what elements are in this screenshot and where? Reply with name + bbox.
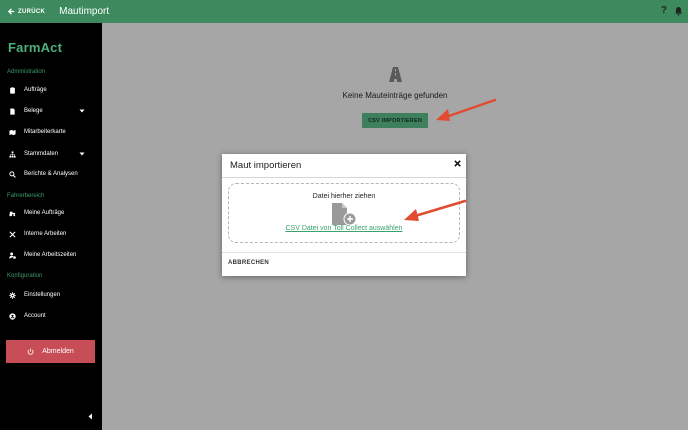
sidebar-item-account[interactable]: Account: [0, 308, 102, 324]
csv-import-button[interactable]: CSV IMPORTIEREN: [362, 113, 428, 128]
road-icon: [389, 67, 402, 82]
annotation-arrow-icon: [436, 98, 497, 121]
map-icon: [8, 128, 16, 136]
logout-button[interactable]: Abmelden: [6, 340, 95, 363]
dialog-title: Maut importieren: [230, 160, 302, 171]
help-button[interactable]: ?: [661, 5, 667, 16]
chevron-down-icon: [79, 152, 85, 156]
hierarchy-icon: [8, 150, 16, 158]
chevron-down-icon: [79, 109, 85, 113]
sidebar-item-label: Mitarbeiterkarte: [24, 129, 66, 135]
sidebar-item-label: Stammdaten: [24, 151, 59, 157]
collapse-sidebar-icon[interactable]: [87, 413, 94, 420]
sidebar-item-label: Aufträge: [24, 87, 47, 93]
bell-icon[interactable]: [674, 6, 683, 16]
arrow-left-icon: [7, 8, 15, 15]
cancel-button[interactable]: ABBRECHEN: [228, 260, 269, 266]
account-icon: [8, 312, 16, 320]
sidebar-item-interne-arbeiten[interactable]: Interne Arbeiten: [0, 226, 102, 242]
tools-icon: [8, 230, 16, 238]
user-clock-icon: [8, 251, 16, 259]
back-label: ZURÜCK: [18, 8, 46, 15]
clipboard-icon: [8, 86, 16, 94]
annotation-arrow-icon: [404, 199, 467, 221]
sidebar-item-stammdaten[interactable]: Stammdaten: [0, 146, 102, 162]
divider: [222, 177, 466, 178]
sidebar-item-label: Meine Aufträge: [24, 210, 65, 216]
select-file-link[interactable]: CSV Datei von Toll Collect auswählen: [229, 225, 459, 232]
section-label-fahrerbereich: Fahrerbereich: [7, 193, 45, 199]
power-icon: [27, 348, 34, 355]
tractor-icon: [8, 209, 16, 217]
back-button[interactable]: ZURÜCK: [7, 7, 45, 16]
sidebar-item-label: Account: [24, 313, 46, 319]
gear-icon: [8, 291, 16, 299]
close-icon[interactable]: [454, 160, 461, 167]
sidebar-item-meine-auftraege[interactable]: Meine Aufträge: [0, 205, 102, 221]
logout-label: Abmelden: [42, 348, 74, 355]
sidebar-item-label: Berichte & Analysen: [24, 171, 78, 177]
document-icon: [8, 107, 16, 115]
page-title: Mautimport: [59, 6, 110, 17]
brand-logo: FarmAct: [8, 40, 63, 55]
sidebar-item-label: Interne Arbeiten: [24, 231, 67, 237]
sidebar-item-auftraege[interactable]: Aufträge: [0, 82, 102, 98]
sidebar-item-label: Belege: [24, 108, 43, 114]
sidebar-item-berichte[interactable]: Berichte & Analysen: [0, 166, 102, 182]
sidebar-item-label: Meine Arbeitszeiten: [24, 252, 77, 258]
top-app-bar: ZURÜCK Mautimport ?: [0, 0, 688, 23]
sidebar-item-arbeitszeiten[interactable]: Meine Arbeitszeiten: [0, 247, 102, 263]
file-add-icon: [332, 203, 357, 226]
sidebar-item-belege[interactable]: Belege: [0, 103, 102, 119]
sidebar-item-mitarbeiterkarte[interactable]: Mitarbeiterkarte: [0, 124, 102, 140]
sidebar-item-einstellungen[interactable]: Einstellungen: [0, 287, 102, 303]
section-label-administration: Administration: [7, 69, 46, 75]
sidebar-item-label: Einstellungen: [24, 292, 61, 298]
sidebar: FarmAct Administration Aufträge Belege M…: [0, 23, 102, 430]
section-label-konfiguration: Konfiguration: [7, 273, 43, 279]
search-icon: [8, 170, 16, 178]
divider: [222, 252, 466, 253]
